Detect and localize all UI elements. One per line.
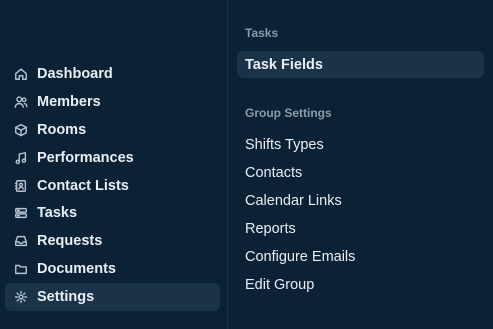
sidebar-item-label: Contact Lists xyxy=(37,177,129,194)
sidebar-item-label: Members xyxy=(37,93,101,110)
menu-item-calendar-links[interactable]: Calendar Links xyxy=(237,187,484,214)
gear-icon xyxy=(13,290,28,305)
menu-item-configure-emails[interactable]: Configure Emails xyxy=(237,243,484,270)
home-icon xyxy=(13,66,28,81)
tasks-icon xyxy=(13,206,28,221)
menu-item-shifts-types[interactable]: Shifts Types xyxy=(237,131,484,158)
sidebar-item-contact-lists[interactable]: Contact Lists xyxy=(5,172,220,200)
section-header-group-settings: Group Settings xyxy=(245,106,332,120)
contact-icon xyxy=(13,178,28,193)
sidebar-item-tasks[interactable]: Tasks xyxy=(5,199,220,227)
sidebar-item-rooms[interactable]: Rooms xyxy=(5,116,220,144)
sidebar-item-members[interactable]: Members xyxy=(5,88,220,116)
music-icon xyxy=(13,150,28,165)
sidebar-item-label: Documents xyxy=(37,261,116,278)
sidebar-item-label: Dashboard xyxy=(37,65,113,82)
sidebar-item-label: Requests xyxy=(37,233,103,250)
sidebar-nav: Dashboard Members Rooms Performances Con… xyxy=(5,60,220,312)
cube-icon xyxy=(13,122,28,137)
inbox-icon xyxy=(13,234,28,249)
sidebar-item-label: Settings xyxy=(37,289,95,306)
settings-panel: Tasks Task Fields Group Settings Shifts … xyxy=(229,0,493,329)
app-window: Dashboard Members Rooms Performances Con… xyxy=(0,0,493,329)
sidebar-item-settings[interactable]: Settings xyxy=(5,283,220,312)
section-header-tasks: Tasks xyxy=(245,26,279,40)
sidebar-item-label: Rooms xyxy=(37,121,87,138)
menu-item-edit-group[interactable]: Edit Group xyxy=(237,271,484,298)
menu-item-contacts[interactable]: Contacts xyxy=(237,159,484,186)
menu-item-reports[interactable]: Reports xyxy=(237,215,484,242)
sidebar-item-requests[interactable]: Requests xyxy=(5,227,220,255)
folder-icon xyxy=(13,262,28,277)
sidebar-item-label: Tasks xyxy=(37,205,78,222)
users-icon xyxy=(13,94,28,109)
sidebar: Dashboard Members Rooms Performances Con… xyxy=(0,0,228,329)
sidebar-item-documents[interactable]: Documents xyxy=(5,255,220,283)
sidebar-item-label: Performances xyxy=(37,149,134,166)
sidebar-item-dashboard[interactable]: Dashboard xyxy=(5,60,220,88)
menu-item-task-fields[interactable]: Task Fields xyxy=(237,51,484,78)
sidebar-item-performances[interactable]: Performances xyxy=(5,144,220,172)
